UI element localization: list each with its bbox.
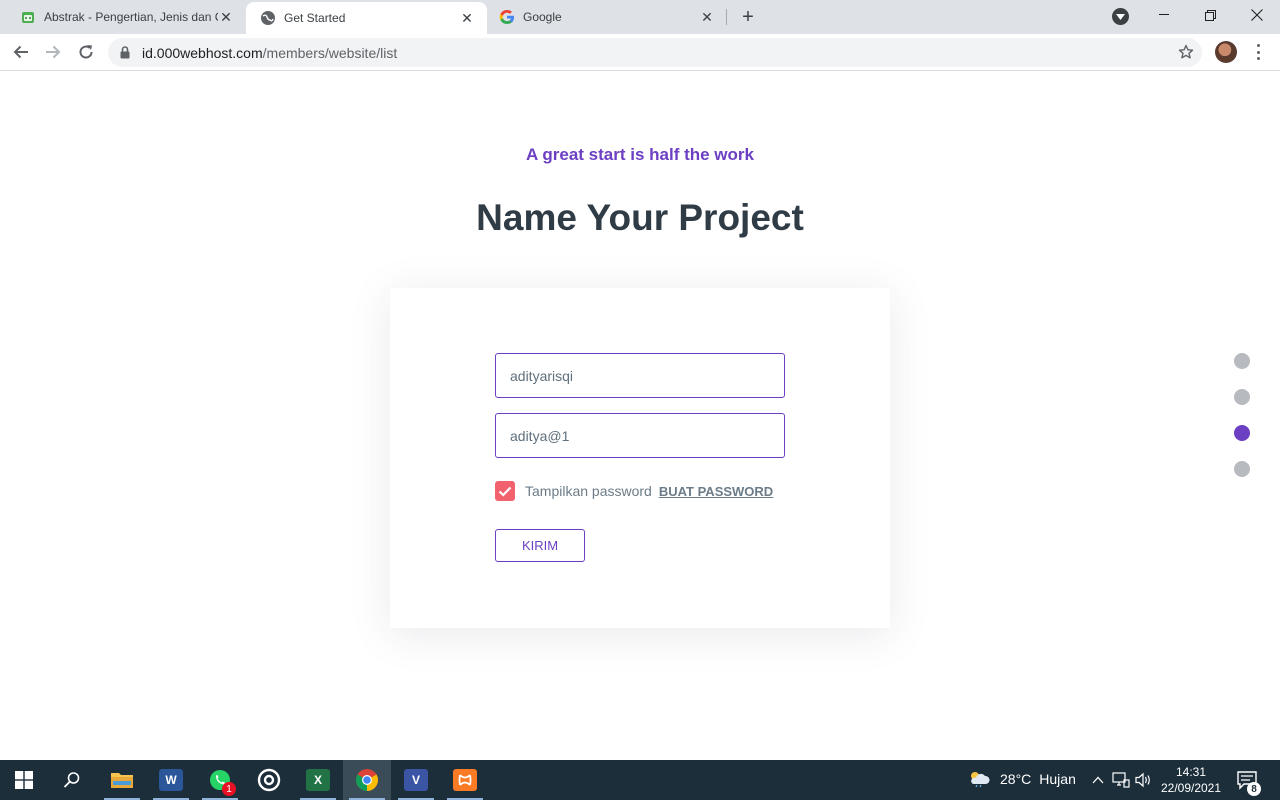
system-clock[interactable]: 14:31 22/09/2021 — [1158, 764, 1224, 796]
step-dot-2[interactable] — [1234, 389, 1250, 405]
back-button[interactable] — [9, 40, 33, 64]
network-icon — [1112, 772, 1130, 788]
excel-icon: X — [306, 769, 330, 791]
visio-icon: V — [404, 769, 428, 791]
close-tab-icon[interactable]: ✕ — [218, 9, 234, 25]
tab-title: Abstrak - Pengertian, Jenis dan C — [44, 10, 218, 24]
password-field[interactable] — [495, 413, 785, 458]
word-icon: W — [159, 769, 183, 791]
start-button[interactable] — [0, 760, 48, 800]
checkmark-icon — [498, 486, 512, 497]
tab-get-started[interactable]: Get Started ✕ — [246, 2, 487, 34]
submit-button[interactable]: KIRIM — [495, 529, 585, 562]
browser-toolbar: id.000webhost.com/members/website/list — [0, 34, 1280, 71]
taskbar-visio[interactable]: V — [392, 760, 440, 800]
chevron-down-icon — [1116, 13, 1125, 20]
lock-icon — [120, 46, 130, 64]
step-dot-1[interactable] — [1234, 353, 1250, 369]
file-explorer-icon — [111, 773, 133, 788]
tab-abstrak[interactable]: Abstrak - Pengertian, Jenis dan C ✕ — [0, 0, 246, 34]
close-window-button[interactable] — [1234, 0, 1280, 30]
chrome-icon — [356, 769, 378, 791]
obs-icon — [257, 768, 281, 792]
profile-avatar[interactable] — [1215, 41, 1237, 63]
clock-date: 22/09/2021 — [1160, 781, 1222, 795]
page-title: Name Your Project — [476, 197, 804, 238]
restore-icon — [1204, 9, 1216, 21]
minimize-icon — [1159, 14, 1169, 15]
show-password-label[interactable]: Tampilkan password — [525, 483, 652, 499]
close-tab-icon[interactable]: ✕ — [459, 10, 475, 26]
network-status[interactable] — [1111, 770, 1131, 790]
google-icon — [499, 9, 515, 25]
weather-condition: Hujan — [1039, 771, 1076, 787]
address-bar[interactable]: id.000webhost.com/members/website/list — [108, 38, 1202, 67]
url-text: id.000webhost.com/members/website/list — [142, 45, 397, 61]
windows-taskbar: W 1 X V 28°C Hujan 14:31 22/09/2021 8 — [0, 760, 1280, 800]
xampp-icon — [453, 769, 477, 791]
chevron-up-icon — [1092, 776, 1104, 784]
tab-separator — [726, 9, 727, 25]
taskbar-obs[interactable] — [245, 760, 293, 800]
restore-button[interactable] — [1187, 0, 1233, 30]
page-content: A great start is half the work Name Your… — [0, 71, 1280, 760]
generate-password-link[interactable]: BUAT PASSWORD — [659, 484, 773, 499]
taskbar-excel[interactable]: X — [294, 760, 342, 800]
search-button[interactable] — [48, 760, 96, 800]
back-arrow-icon — [13, 45, 28, 59]
url-path: /members/website/list — [262, 45, 398, 61]
taskbar-xampp[interactable] — [441, 760, 489, 800]
step-dot-3-active[interactable] — [1234, 425, 1250, 441]
url-host: id.000webhost.com — [142, 45, 263, 61]
taskbar-whatsapp[interactable]: 1 — [196, 760, 244, 800]
show-hidden-icons-button[interactable] — [1088, 770, 1108, 790]
notification-count: 8 — [1247, 782, 1261, 796]
password-input[interactable] — [496, 414, 784, 457]
close-tab-icon[interactable]: ✕ — [699, 9, 715, 25]
taskbar-file-explorer[interactable] — [98, 760, 146, 800]
clock-time: 14:31 — [1175, 765, 1207, 779]
forward-button[interactable] — [41, 40, 65, 64]
taskbar-chrome[interactable] — [343, 760, 391, 800]
volume-control[interactable] — [1134, 770, 1154, 790]
speaker-icon — [1135, 772, 1150, 788]
tab-google[interactable]: Google ✕ — [487, 0, 727, 34]
cloud-rain-icon — [971, 772, 990, 788]
bookmark-star-icon[interactable] — [1178, 44, 1194, 65]
tab-title: Google — [523, 10, 562, 24]
reload-button[interactable] — [74, 40, 98, 64]
globe-icon — [260, 10, 276, 26]
show-password-checkbox[interactable] — [495, 481, 515, 501]
whatsapp-badge: 1 — [222, 782, 236, 796]
step-indicator — [1234, 353, 1250, 497]
project-name-input[interactable] — [496, 354, 784, 397]
tab-title: Get Started — [284, 11, 346, 25]
search-icon — [63, 772, 80, 788]
new-tab-button[interactable]: + — [737, 6, 759, 28]
browser-menu-icon[interactable] — [1250, 42, 1266, 62]
close-icon — [1251, 9, 1263, 21]
weather-temp: 28°C — [1000, 771, 1032, 787]
weather-widget[interactable]: 28°C Hujan — [968, 770, 1076, 788]
tab-search-button[interactable] — [1112, 8, 1129, 25]
minimize-button[interactable] — [1141, 0, 1187, 30]
reload-icon — [79, 45, 93, 59]
tab-strip: Abstrak - Pengertian, Jenis dan C ✕ Get … — [0, 0, 1280, 34]
project-form-card: Tampilkan password BUAT PASSWORD KIRIM — [390, 288, 890, 628]
step-dot-4[interactable] — [1234, 461, 1250, 477]
taskbar-word[interactable]: W — [147, 760, 195, 800]
show-password-row: Tampilkan password BUAT PASSWORD — [495, 481, 773, 501]
notebook-favicon-icon — [20, 9, 36, 25]
windows-logo-icon — [15, 771, 33, 789]
project-name-field[interactable] — [495, 353, 785, 398]
forward-arrow-icon — [46, 45, 61, 59]
page-subtitle: A great start is half the work — [526, 145, 754, 164]
